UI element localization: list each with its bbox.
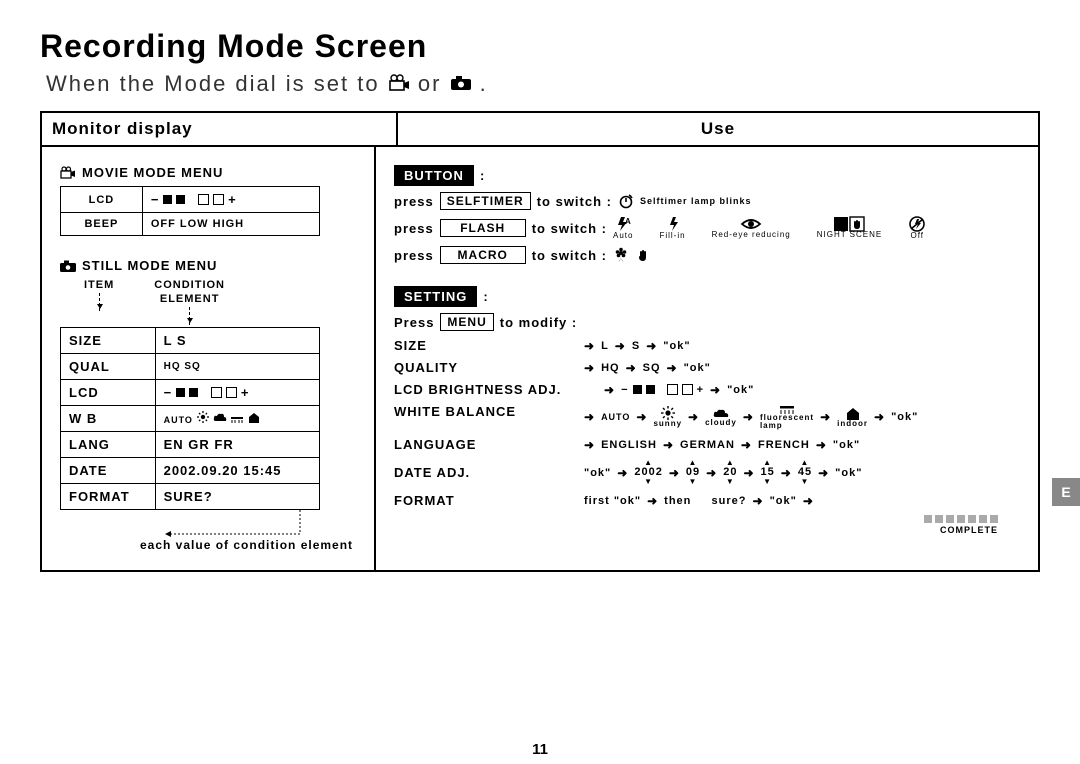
house-icon [846, 407, 860, 420]
macro-row: press MACRO to switch : [394, 246, 1020, 264]
button-heading: BUTTON [394, 165, 474, 186]
still-menu-title: STILL MODE MENU [60, 258, 356, 273]
sun-icon [197, 411, 209, 423]
flash-auto-icon: A [615, 216, 631, 232]
selftimer-row: press SELFTIMER to switch : Selftimer la… [394, 192, 1020, 210]
still-menu-table: SIZEL S QUALHQ SQ LCD− + W B AUTO LANGEN… [60, 327, 320, 510]
macro-button: MACRO [440, 246, 526, 264]
cloud-icon [213, 413, 227, 423]
flash-off-icon [908, 216, 926, 232]
footnote-arrow [60, 510, 360, 550]
page-title: Recording Mode Screen [40, 28, 1040, 65]
movie-menu-title: MOVIE MODE MENU [60, 165, 356, 180]
movie-menu-table: LCD − + BEEP OFF LOW HIGH [60, 186, 320, 236]
progress-bar [394, 515, 1020, 523]
main-table: Monitor display Use MOVIE MODE MENU LCD … [40, 111, 1040, 572]
complete-label: COMPLETE [394, 525, 1020, 535]
format-setting: FORMAT first "ok" then sure? "ok" [394, 493, 1020, 508]
page-number: 11 [0, 741, 1080, 758]
hand-icon [850, 217, 864, 231]
flash-fill-icon [667, 216, 679, 232]
header-use: Use [398, 113, 1038, 147]
date-setting: DATE ADJ. "ok" ▲2002▼ ▲09▼ ▲20▼ ▲15▼ ▲45… [394, 459, 1020, 486]
subtitle: When the Mode dial is set to or . [46, 71, 1040, 97]
sun-icon [661, 406, 675, 420]
language-setting: LANGUAGE ENGLISHGERMANFRENCH"ok" [394, 437, 1020, 452]
wb-setting: WHITE BALANCE AUTO sunny cloudy fluoresc… [394, 404, 1020, 430]
movie-mode-icon [388, 75, 410, 91]
selftimer-button: SELFTIMER [440, 192, 531, 210]
lcd-setting: LCD BRIGHTNESS ADJ. − +"ok" [394, 382, 1020, 397]
still-mode-icon [450, 75, 472, 91]
fluorescent-icon [230, 415, 244, 423]
flower-icon [613, 247, 629, 263]
quality-setting: QUALITY HQSQ"ok" [394, 360, 1020, 375]
setting-heading: SETTING [394, 286, 477, 307]
svg-text:A: A [625, 217, 631, 226]
cloud-icon [713, 408, 729, 419]
column-heads: ITEM CONDITIONELEMENT [84, 279, 356, 325]
selftimer-icon [618, 193, 634, 209]
flash-row: press FLASH to switch : AAuto Fill-in Re… [394, 216, 1020, 240]
still-mode-icon [60, 260, 76, 272]
brightness-bar: − + [151, 192, 237, 207]
flash-button: FLASH [440, 219, 526, 237]
house-icon [248, 412, 260, 423]
eye-icon [741, 217, 761, 231]
movie-mode-icon [60, 167, 76, 179]
size-setting: SIZE LS"ok" [394, 338, 1020, 353]
hand-icon [635, 247, 651, 263]
moon-icon [834, 217, 848, 231]
header-monitor: Monitor display [42, 113, 398, 147]
side-tab: E [1052, 478, 1080, 506]
menu-button: MENU [440, 313, 493, 331]
